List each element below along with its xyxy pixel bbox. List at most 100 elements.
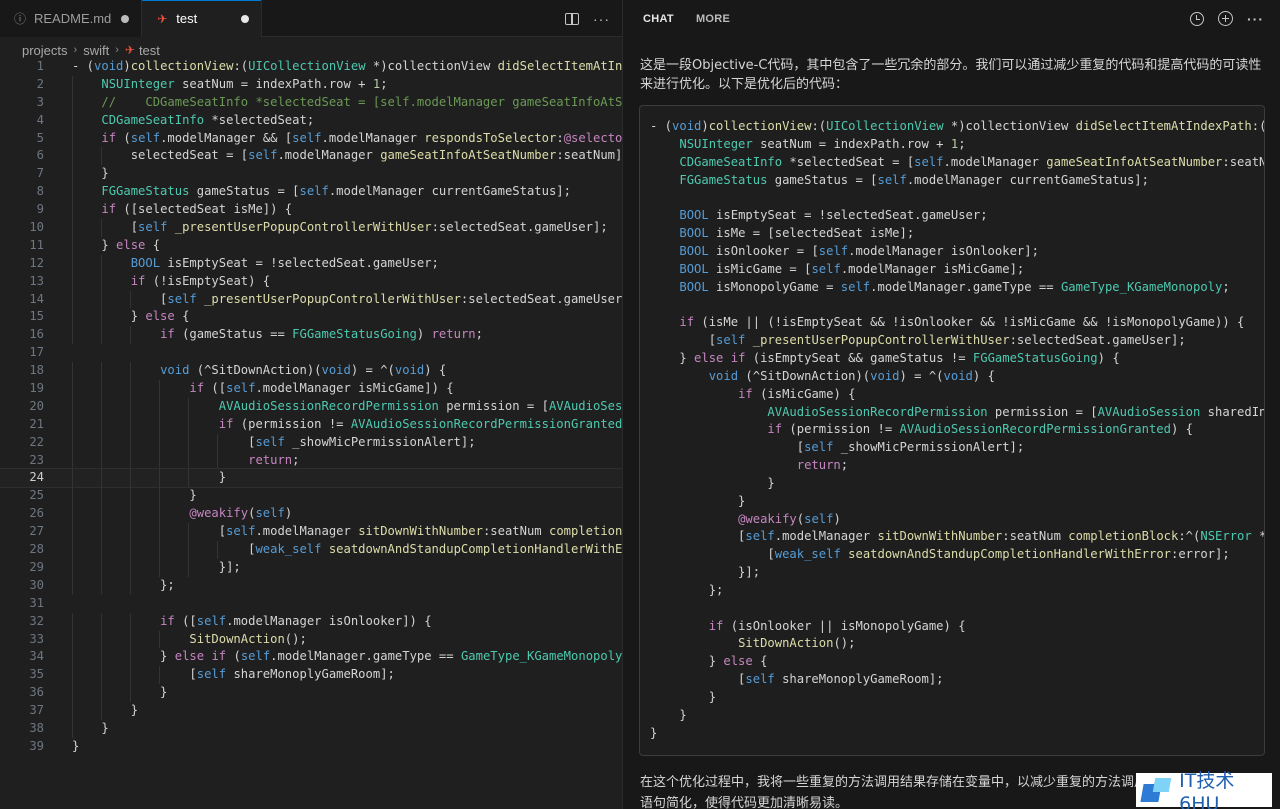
code-text[interactable]: if (self.modelManager && [self.modelMana… [46,130,622,148]
line-number[interactable]: 36 [0,684,46,702]
line-number[interactable]: 35 [0,666,46,684]
code-text[interactable]: if (permission != AVAudioSessionRecordPe… [46,416,622,434]
code-line[interactable]: 8 FGGameStatus gameStatus = [self.modelM… [0,183,622,202]
code-text[interactable]: if ([self.modelManager isMicGame]) { [46,380,622,398]
unsaved-dot-icon[interactable] [241,14,250,23]
code-line[interactable]: 30 }; [0,576,622,595]
code-line[interactable]: 34 } else if (self.modelManager.gameType… [0,648,622,667]
line-number[interactable]: 15 [0,308,46,326]
line-number[interactable]: 23 [0,452,46,470]
code-line[interactable]: 21 if (permission != AVAudioSessionRecor… [0,415,622,434]
code-line[interactable]: 3 // CDGameSeatInfo *selectedSeat = [sel… [0,93,622,112]
line-number[interactable]: 39 [0,738,46,756]
line-number[interactable]: 1 [0,58,46,76]
code-text[interactable]: NSUInteger seatNum = indexPath.row + 1; [46,76,622,94]
history-icon[interactable] [1190,11,1204,26]
tab-chat[interactable]: CHAT [643,10,674,28]
code-line[interactable]: 25 } [0,487,622,506]
code-text[interactable]: } [46,720,622,738]
code-line[interactable]: 10 [self _presentUserPopupControllerWith… [0,219,622,237]
code-text[interactable] [46,344,622,362]
line-number[interactable]: 3 [0,94,46,112]
line-number[interactable]: 33 [0,631,46,649]
code-text[interactable]: - (void)collectionView:(UICollectionView… [46,58,622,76]
code-text[interactable] [46,595,622,613]
code-text[interactable]: [self _presentUserPopupControllerWithUse… [46,291,622,309]
line-number[interactable]: 30 [0,577,46,595]
more-actions-icon[interactable]: ··· [593,11,610,27]
code-text[interactable]: } [46,684,622,702]
code-text[interactable]: } [46,738,622,756]
code-text[interactable]: // CDGameSeatInfo *selectedSeat = [self.… [46,94,622,112]
code-line[interactable]: 27 [self.modelManager sitDownWithNumber:… [0,523,622,542]
code-text[interactable]: BOOL isEmptySeat = !selectedSeat.gameUse… [46,255,622,273]
code-text[interactable]: } [46,702,622,720]
line-number[interactable]: 38 [0,720,46,738]
line-number[interactable]: 2 [0,76,46,94]
line-number[interactable]: 26 [0,505,46,523]
code-line[interactable]: 39} [0,738,622,756]
code-line[interactable]: 20 AVAudioSessionRecordPermission permis… [0,397,622,416]
code-text[interactable]: } else { [46,308,622,326]
code-line[interactable]: 23 return; [0,451,622,470]
line-number[interactable]: 19 [0,380,46,398]
line-number[interactable]: 32 [0,613,46,631]
line-number[interactable]: 22 [0,434,46,452]
code-line[interactable]: 18 void (^SitDownAction)(void) = ^(void)… [0,362,622,381]
code-line[interactable]: 33 SitDownAction(); [0,630,622,649]
code-line[interactable]: 22 [self _showMicPermissionAlert]; [0,433,622,452]
code-text[interactable]: }; [46,577,622,595]
code-line[interactable]: 11 } else { [0,236,622,255]
code-line[interactable]: 37 } [0,702,622,720]
code-text[interactable]: }]; [46,559,622,577]
breadcrumb-item[interactable]: test [139,43,160,58]
code-text[interactable]: AVAudioSessionRecordPermission permissio… [46,398,622,416]
code-text[interactable]: [self _presentUserPopupControllerWithUse… [46,219,622,237]
code-line[interactable]: 16 if (gameStatus == FGGameStatusGoing) … [0,326,622,345]
code-text[interactable]: } else if (self.modelManager.gameType ==… [46,648,622,666]
breadcrumb-item[interactable]: projects [22,43,68,58]
code-text[interactable]: selectedSeat = [self.modelManager gameSe… [46,147,622,165]
code-text[interactable]: SitDownAction(); [46,631,622,649]
code-text[interactable]: } [46,487,622,505]
line-number[interactable]: 5 [0,130,46,148]
line-number[interactable]: 27 [0,523,46,541]
code-text[interactable]: if (!isEmptySeat) { [46,273,622,291]
line-number[interactable]: 4 [0,112,46,130]
code-line[interactable]: 36 } [0,684,622,703]
line-number[interactable]: 12 [0,255,46,273]
unsaved-dot-icon[interactable] [121,14,130,23]
code-line[interactable]: 19 if ([self.modelManager isMicGame]) { [0,380,622,398]
line-number[interactable]: 18 [0,362,46,380]
line-number[interactable]: 6 [0,147,46,165]
code-line[interactable]: 17 [0,344,622,362]
more-actions-icon[interactable]: ··· [1247,11,1264,27]
line-number[interactable]: 24 [0,469,46,487]
new-chat-icon[interactable] [1218,11,1233,26]
line-number[interactable]: 28 [0,541,46,559]
code-line[interactable]: 26 @weakify(self) [0,505,622,524]
code-text[interactable]: [self shareMonoplyGameRoom]; [46,666,622,684]
code-line[interactable]: 6 selectedSeat = [self.modelManager game… [0,147,622,166]
line-number[interactable]: 17 [0,344,46,362]
breadcrumb-item[interactable]: swift [83,43,109,58]
code-text[interactable]: } else { [46,237,622,255]
line-number[interactable]: 20 [0,398,46,416]
code-text[interactable]: [weak_self seatdownAndStandupCompletionH… [46,541,622,559]
line-number[interactable]: 8 [0,183,46,201]
line-number[interactable]: 9 [0,201,46,219]
code-line[interactable]: 4 CDGameSeatInfo *selectedSeat; [0,111,622,130]
code-text[interactable]: void (^SitDownAction)(void) = ^(void) { [46,362,622,380]
line-number[interactable]: 37 [0,702,46,720]
line-number[interactable]: 10 [0,219,46,237]
code-line[interactable]: 15 } else { [0,308,622,327]
code-line[interactable]: 29 }]; [0,558,622,577]
code-text[interactable]: if (gameStatus == FGGameStatusGoing) ret… [46,326,622,344]
line-number[interactable]: 16 [0,326,46,344]
line-number[interactable]: 25 [0,487,46,505]
line-number[interactable]: 21 [0,416,46,434]
code-text[interactable]: @weakify(self) [46,505,622,523]
code-line[interactable]: 7 } [0,165,622,184]
tab-test[interactable]: ✈ test [142,0,263,37]
code-text[interactable]: CDGameSeatInfo *selectedSeat; [46,112,622,130]
